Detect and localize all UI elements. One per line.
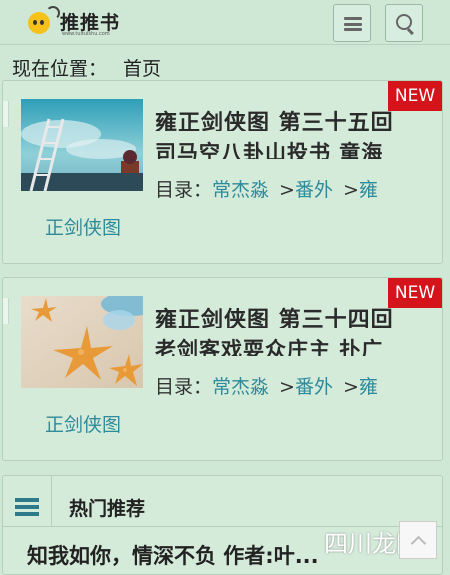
menu-button[interactable] bbox=[333, 4, 371, 42]
meta-separator: > bbox=[279, 179, 295, 201]
book-link-continued[interactable]: 正剑侠图 bbox=[45, 213, 121, 240]
article-card[interactable]: NEW 雍正剑侠图 第三十四回 老剑客戏耍众庄主 扑广 目录：常杰淼 >番外 >雍 … bbox=[2, 277, 443, 461]
search-icon bbox=[396, 14, 412, 30]
card-notch bbox=[3, 101, 9, 127]
author-link[interactable]: 常杰淼 bbox=[212, 376, 269, 398]
article-card[interactable]: NEW 雍正剑侠图 第三十五回 司马空八卦山投书 童海 目录：常杰淼 >番外 >雍 … bbox=[2, 80, 443, 264]
breadcrumb-label: 现在位置： bbox=[12, 58, 108, 80]
meta-separator: > bbox=[342, 179, 359, 201]
category-link[interactable]: 番外 bbox=[295, 376, 333, 398]
author-link[interactable]: 常杰淼 bbox=[212, 179, 269, 201]
article-thumbnail[interactable] bbox=[21, 99, 143, 191]
meta-label: 目录： bbox=[155, 376, 213, 398]
list-icon bbox=[15, 498, 39, 518]
meta-label: 目录： bbox=[155, 179, 213, 201]
menu-icon bbox=[344, 17, 362, 31]
article-meta: 目录：常杰淼 >番外 >雍 bbox=[155, 374, 435, 400]
back-to-top-button[interactable] bbox=[399, 521, 437, 559]
book-link[interactable]: 雍 bbox=[359, 179, 378, 201]
logo-url: www.tuituishu.com bbox=[62, 31, 110, 37]
divider bbox=[51, 476, 52, 526]
breadcrumb: 现在位置： 首页 bbox=[12, 54, 161, 81]
search-button[interactable] bbox=[385, 4, 423, 42]
breadcrumb-home-link[interactable]: 首页 bbox=[123, 58, 161, 80]
header-bar: 推推书 www.tuituishu.com bbox=[0, 0, 450, 45]
meta-separator: > bbox=[279, 376, 295, 398]
article-thumbnail[interactable] bbox=[21, 296, 143, 388]
article-summary[interactable]: 司马空八卦山投书 童海 bbox=[155, 137, 431, 159]
article-title[interactable]: 雍正剑侠图 第三十四回 bbox=[155, 302, 431, 328]
category-link[interactable]: 番外 bbox=[295, 179, 333, 201]
book-link-continued[interactable]: 正剑侠图 bbox=[45, 410, 121, 437]
book-link[interactable]: 雍 bbox=[359, 376, 378, 398]
article-summary[interactable]: 老剑客戏耍众庄主 扑广 bbox=[155, 334, 431, 356]
article-meta: 目录：常杰淼 >番外 >雍 bbox=[155, 177, 435, 203]
meta-separator: > bbox=[342, 376, 359, 398]
card-notch bbox=[3, 298, 9, 324]
site-logo[interactable]: 推推书 www.tuituishu.com bbox=[28, 6, 138, 38]
signal-icon bbox=[46, 6, 60, 20]
article-title[interactable]: 雍正剑侠图 第三十五回 bbox=[155, 105, 431, 131]
hot-item-link[interactable]: 知我如你，情深不负 作者:叶... bbox=[27, 540, 357, 570]
section-title: 热门推荐 bbox=[69, 498, 146, 520]
